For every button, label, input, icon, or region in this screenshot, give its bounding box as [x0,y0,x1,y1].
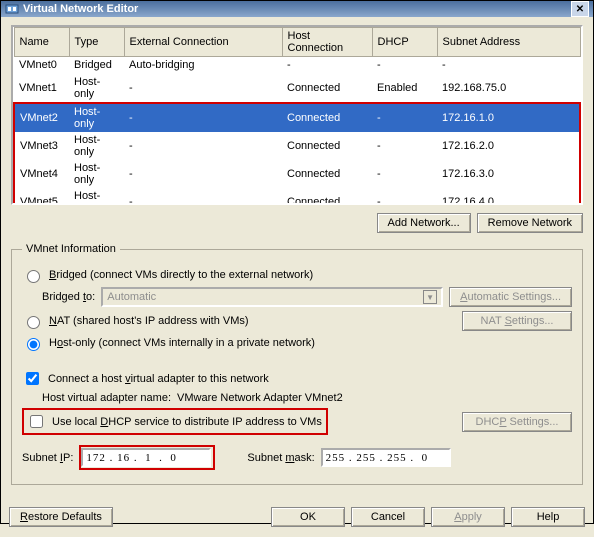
automatic-settings-button: Automatic Settings... [449,287,572,307]
table-row[interactable]: VMnet3Host-only-Connected-172.16.2.0 [14,132,580,160]
vmnet-info-group: VMnet Information BBridged (connect VMs … [11,243,583,485]
cell-dhcp: - [372,132,437,160]
cell-dhcp: - [372,57,437,74]
chevron-down-icon: ▼ [423,290,437,304]
check-local-dhcp-label: Use local DHCP service to distribute IP … [52,416,322,428]
footer: Restore Defaults Restore Defaults OK Can… [1,501,593,537]
window-title: Virtual Network Editor [23,3,138,15]
titlebar: Virtual Network Editor ✕ [1,1,593,17]
window: Virtual Network Editor ✕ Name Type Exter… [0,0,594,524]
cell-sub: 172.16.1.0 [437,103,580,132]
apply-button: Apply [431,507,505,527]
table-row[interactable]: VMnet1Host-only-ConnectedEnabled192.168.… [14,74,580,103]
cell-host: - [282,57,372,74]
cell-name: VMnet3 [14,132,69,160]
table-row[interactable]: VMnet0BridgedAuto-bridging--- [14,57,580,74]
col-subnet[interactable]: Subnet Address [437,28,580,57]
add-network-button[interactable]: Add Network... [377,213,471,233]
cell-host: Connected [282,74,372,103]
cell-ext: - [124,132,282,160]
cell-type: Host-only [69,74,124,103]
check-connect-adapter-label: Connect a host virtual adapter to this n… [48,373,269,385]
cell-name: VMnet4 [14,160,69,188]
cell-ext: - [124,103,282,132]
cell-sub: 172.16.2.0 [437,132,580,160]
col-name[interactable]: Name [14,28,69,57]
cell-dhcp: - [372,103,437,132]
bridged-to-label: Bridged to: [42,291,95,303]
ok-button[interactable]: OK [271,507,345,527]
cell-type: Host-only [69,132,124,160]
radio-bridged-label: BBridged (connect VMs directly to the ex… [49,269,313,281]
cell-type: Host-only [69,160,124,188]
cancel-button[interactable]: Cancel [351,507,425,527]
dhcp-highlight: Use local DHCP service to distribute IP … [22,408,328,435]
cell-type: Host-only [69,188,124,206]
radio-nat[interactable] [27,316,40,329]
nat-settings-button: NAT Settings... [462,311,572,331]
cell-name: VMnet5 [14,188,69,206]
cell-dhcp: - [372,188,437,206]
cell-ext: - [124,160,282,188]
cell-sub: 172.16.4.0 [437,188,580,206]
app-icon [5,2,19,16]
col-dhcp[interactable]: DHCP [372,28,437,57]
cell-sub: - [437,57,580,74]
radio-hostonly[interactable] [27,338,40,351]
help-button[interactable]: Help [511,507,585,527]
col-host[interactable]: Host Connection [282,28,372,57]
network-table[interactable]: Name Type External Connection Host Conne… [11,25,583,205]
cell-name: VMnet2 [14,103,69,132]
subnet-ip-label: Subnet IP: [22,452,73,464]
adapter-name-label: Host virtual adapter name: [42,392,171,404]
remove-network-button[interactable]: Remove Network [477,213,583,233]
cell-type: Host-only [69,103,124,132]
cell-host: Connected [282,160,372,188]
group-legend: VMnet Information [22,243,120,255]
table-row[interactable]: VMnet5Host-only-Connected-172.16.4.0 [14,188,580,206]
cell-host: Connected [282,132,372,160]
dhcp-settings-button: DHCP Settings... [462,412,572,432]
subnet-ip-highlight [79,445,215,470]
cell-ext: - [124,188,282,206]
cell-host: Connected [282,188,372,206]
cell-ext: Auto-bridging [124,57,282,74]
col-type[interactable]: Type [69,28,124,57]
cell-name: VMnet0 [14,57,69,74]
cell-dhcp: - [372,160,437,188]
restore-defaults-button[interactable]: Restore Defaults [9,507,113,527]
adapter-name-value: VMware Network Adapter VMnet2 [177,392,343,404]
table-row[interactable]: VMnet2Host-only-Connected-172.16.1.0 [14,103,580,132]
subnet-ip-input[interactable] [81,448,211,467]
cell-dhcp: Enabled [372,74,437,103]
check-local-dhcp[interactable] [30,415,43,428]
subnet-mask-label: Subnet mask: [247,452,314,464]
col-ext[interactable]: External Connection [124,28,282,57]
cell-name: VMnet1 [14,74,69,103]
subnet-mask-input[interactable] [321,448,451,467]
close-button[interactable]: ✕ [571,1,589,17]
table-row[interactable]: VMnet4Host-only-Connected-172.16.3.0 [14,160,580,188]
cell-sub: 192.168.75.0 [437,74,580,103]
radio-bridged[interactable] [27,270,40,283]
radio-hostonly-label: Host-only (connect VMs internally in a p… [49,337,315,349]
cell-host: Connected [282,103,372,132]
radio-nat-label: NAT (shared host's IP address with VMs) [49,315,249,327]
cell-sub: 172.16.3.0 [437,160,580,188]
check-connect-adapter[interactable] [26,372,39,385]
cell-ext: - [124,74,282,103]
content: Name Type External Connection Host Conne… [1,17,593,499]
cell-type: Bridged [69,57,124,74]
bridged-to-select: Automatic ▼ [101,287,443,307]
